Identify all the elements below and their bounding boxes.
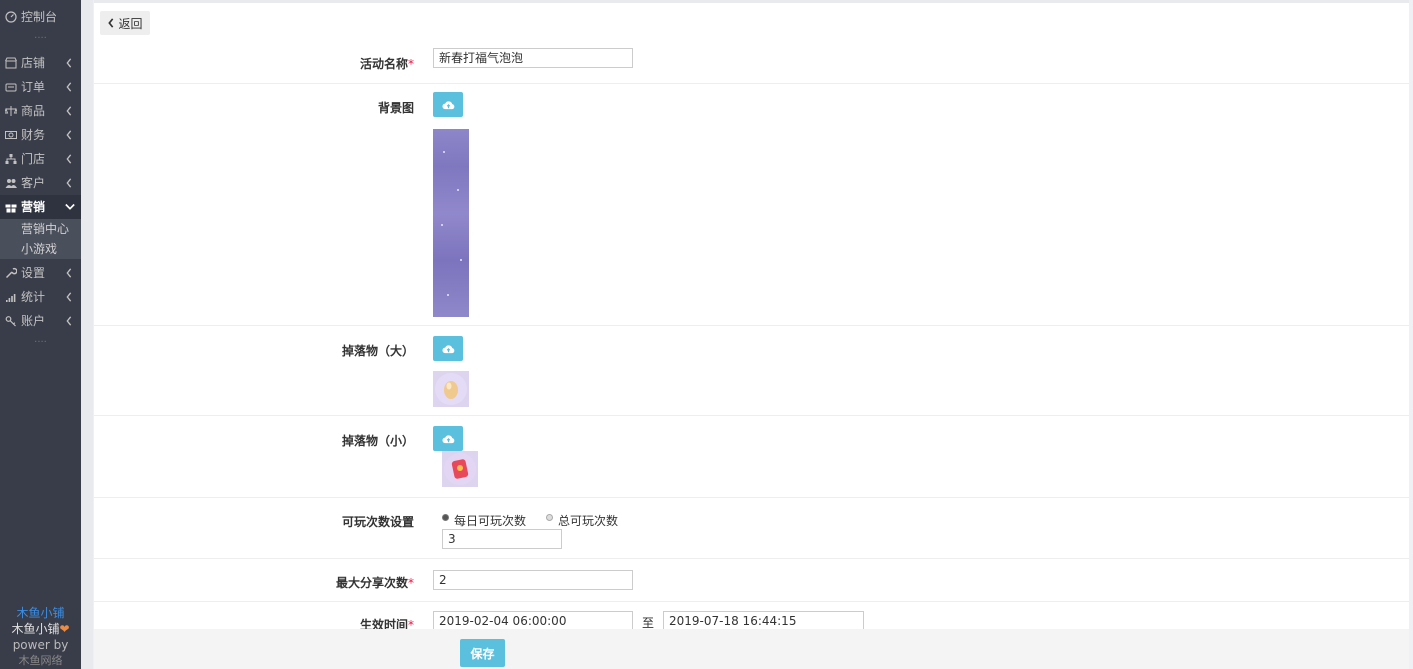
background-preview-image	[433, 129, 469, 317]
egg-bubble-icon	[435, 373, 467, 405]
max-share-label: 最大分享次数*	[335, 576, 414, 590]
heart-icon: ❤	[59, 622, 70, 636]
form-row-play-count: 可玩次数设置 每日可玩次数 总可玩次数 3	[94, 498, 1409, 559]
marketing-submenu: 营销中心 小游戏	[0, 219, 81, 259]
chevron-left-icon	[65, 315, 75, 327]
chevron-left-icon	[65, 81, 75, 93]
chevron-down-icon	[65, 201, 75, 213]
save-button[interactable]: 保存	[460, 639, 505, 667]
form-row-drop-small: 掉落物（小）	[94, 416, 1409, 498]
sidebar-item-label: 店铺	[21, 56, 46, 70]
sidebar-item-stats[interactable]: 统计	[0, 285, 81, 309]
sidebar-item-label: 订单	[21, 80, 46, 94]
sidebar-item-label: 门店	[21, 152, 46, 166]
order-icon	[4, 80, 18, 94]
chevron-left-icon	[65, 57, 75, 69]
drop-large-label: 掉落物（大）	[341, 344, 414, 358]
wrench-icon	[4, 266, 18, 280]
cloud-upload-icon	[441, 434, 454, 443]
chevron-left-icon	[65, 105, 75, 117]
form-row-valid-time: 生效时间* 2019-02-04 06:00:00 至 2019-07-18 1…	[94, 602, 1409, 632]
chevron-left-icon	[65, 129, 75, 141]
name-label: 活动名称*	[359, 57, 414, 71]
chevron-left-icon	[65, 267, 75, 279]
play-count-label: 可玩次数设置	[341, 515, 414, 529]
drop-large-preview-image	[433, 371, 469, 407]
sidebar-item-label: 统计	[21, 290, 46, 304]
chevron-left-icon	[65, 153, 75, 165]
sidebar-item-finance[interactable]: 财务	[0, 123, 81, 147]
red-envelope-bubble-icon	[444, 453, 476, 485]
form-row-max-share: 最大分享次数* 2	[94, 559, 1409, 602]
brand-footer: 木鱼小铺 木鱼小铺❤ power by 木鱼网络	[0, 605, 81, 669]
sidebar-item-customer[interactable]: 客户	[0, 171, 81, 195]
customer-icon	[4, 176, 18, 190]
drop-large-upload-button[interactable]	[433, 336, 463, 361]
goods-icon	[4, 104, 18, 118]
dashboard-icon	[4, 10, 18, 24]
radio-selected-indicator	[442, 514, 449, 521]
background-label: 背景图	[377, 101, 414, 115]
play-count-radio-group: 每日可玩次数 总可玩次数	[442, 512, 618, 529]
sidebar-item-label: 客户	[21, 176, 46, 190]
key-icon	[4, 314, 18, 328]
sidebar-item-marketing[interactable]: 营销	[0, 195, 81, 219]
radio-daily-plays[interactable]: 每日可玩次数	[442, 512, 526, 529]
shop-icon	[4, 56, 18, 70]
activity-name-input[interactable]: 新春打福气泡泡	[433, 48, 633, 68]
form-row-name: 活动名称* 新春打福气泡泡	[94, 43, 1409, 84]
drop-small-label: 掉落物（小）	[341, 434, 414, 448]
end-time-input[interactable]: 2019-07-18 16:44:15	[663, 611, 864, 631]
sidebar-item-label: 商品	[21, 104, 46, 118]
drop-small-preview-image	[442, 451, 478, 487]
power-by-text: power by	[12, 638, 69, 652]
sidebar-item-label: 控制台	[21, 10, 58, 24]
store-icon	[4, 152, 18, 166]
chevron-left-icon	[108, 18, 114, 28]
chevron-left-icon	[65, 177, 75, 189]
cloud-upload-icon	[441, 344, 454, 353]
sidebar-divider-dots: ....	[34, 30, 47, 41]
stats-icon	[4, 290, 18, 304]
form-row-drop-large: 掉落物（大）	[94, 326, 1409, 416]
sidebar-item-label: 账户	[21, 314, 46, 328]
play-count-input[interactable]: 3	[442, 529, 562, 549]
sidebar-item-label: 设置	[21, 266, 46, 280]
radio-total-plays[interactable]: 总可玩次数	[546, 512, 618, 529]
sidebar-edge	[81, 0, 93, 669]
radio-unselected-indicator	[546, 514, 554, 521]
submenu-item-marketing-center[interactable]: 营销中心	[0, 219, 81, 239]
brand-name: 木鱼小铺❤	[11, 622, 70, 636]
sidebar-divider-dots: ....	[34, 334, 47, 345]
sidebar-item-label: 财务	[21, 128, 46, 142]
max-share-input[interactable]: 2	[433, 570, 633, 590]
brand-name-link[interactable]: 木鱼小铺	[0, 605, 81, 621]
sidebar-item-dashboard[interactable]: 控制台	[0, 5, 81, 29]
chevron-left-icon	[65, 291, 75, 303]
sidebar-item-settings[interactable]: 设置	[0, 261, 81, 285]
sidebar-item-label: 营销	[21, 200, 46, 214]
gift-icon	[4, 200, 18, 214]
sidebar-item-store[interactable]: 门店	[0, 147, 81, 171]
finance-icon	[4, 128, 18, 142]
sidebar-item-account[interactable]: 账户	[0, 309, 81, 333]
sidebar-item-order[interactable]: 订单	[0, 75, 81, 99]
background-upload-button[interactable]	[433, 92, 463, 117]
company-name: 木鱼网络	[18, 654, 63, 667]
sidebar-item-goods[interactable]: 商品	[0, 99, 81, 123]
back-button-label: 返回	[118, 16, 143, 31]
back-button[interactable]: 返回	[100, 11, 150, 35]
form-row-background: 背景图	[94, 84, 1409, 326]
sidebar-item-shop[interactable]: 店铺	[0, 51, 81, 75]
drop-small-upload-button[interactable]	[433, 426, 463, 451]
sidebar: 控制台 .... 店铺 订单 商品 财务 门店 客户 营销 营销中心 小游戏 设…	[0, 0, 81, 669]
main-panel: 返回 活动名称* 新春打福气泡泡 背景图 掉落物（大） 掉落物（小） 可玩次数设…	[94, 0, 1409, 669]
start-time-input[interactable]: 2019-02-04 06:00:00	[433, 611, 633, 631]
submenu-item-mini-games[interactable]: 小游戏	[0, 239, 81, 259]
cloud-upload-icon	[441, 100, 454, 109]
form-footer-bar: 保存	[94, 629, 1409, 669]
